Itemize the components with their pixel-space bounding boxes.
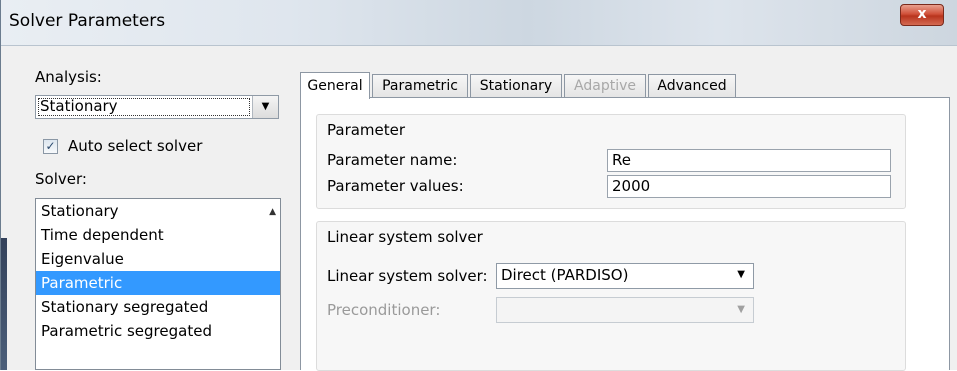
tab-adaptive: Adaptive xyxy=(564,74,646,98)
analysis-label: Analysis: xyxy=(35,68,102,86)
window-title: Solver Parameters xyxy=(9,11,166,31)
parameter-name-value: Re xyxy=(612,151,631,169)
parameter-values-label: Parameter values: xyxy=(327,177,464,195)
window-edge-accent xyxy=(1,238,7,370)
linear-solver-group: Linear system solver Linear system solve… xyxy=(316,221,906,371)
list-item[interactable]: Stationary segregated xyxy=(36,295,280,319)
parameter-group: Parameter Parameter name: Re Parameter v… xyxy=(316,114,906,209)
auto-select-label: Auto select solver xyxy=(68,137,203,155)
preconditioner-combobox: ▼ xyxy=(496,297,754,323)
scroll-up-arrow-icon[interactable]: ▲ xyxy=(269,207,276,217)
chevron-down-icon[interactable]: ▼ xyxy=(737,269,745,280)
linear-solver-label: Linear system solver: xyxy=(327,267,488,285)
parameter-group-title: Parameter xyxy=(327,121,406,139)
tab-advanced[interactable]: Advanced xyxy=(648,74,736,98)
linear-solver-value: Direct (PARDISO) xyxy=(501,266,629,284)
parameter-values-value: 2000 xyxy=(612,177,651,195)
chevron-down-icon[interactable]: ▼ xyxy=(252,96,278,118)
analysis-combobox[interactable]: Stationary ▼ xyxy=(35,95,279,119)
tab-general[interactable]: General xyxy=(300,72,370,99)
tab-stationary[interactable]: Stationary xyxy=(470,74,562,98)
parameter-values-field[interactable]: 2000 xyxy=(607,175,891,198)
tab-parametric[interactable]: Parametric xyxy=(372,74,468,98)
close-icon: x xyxy=(917,6,927,22)
title-bar[interactable]: Solver Parameters x xyxy=(1,0,957,46)
close-button[interactable]: x xyxy=(900,4,944,26)
parameter-name-field[interactable]: Re xyxy=(607,149,891,172)
chevron-down-icon: ▼ xyxy=(737,304,745,315)
auto-select-checkbox[interactable]: ✓ xyxy=(43,139,58,154)
preconditioner-label: Preconditioner: xyxy=(327,301,441,319)
solver-label: Solver: xyxy=(35,170,87,188)
list-item[interactable]: Stationary xyxy=(36,199,280,223)
analysis-selected-value: Stationary xyxy=(40,97,118,115)
left-panel: Analysis: Stationary ▼ ✓ Auto select sol… xyxy=(25,60,287,370)
general-tab-panel: Parameter Parameter name: Re Parameter v… xyxy=(300,97,950,371)
parameter-name-label: Parameter name: xyxy=(327,151,458,169)
solver-parameters-window: Solver Parameters x Analysis: Stationary… xyxy=(0,0,957,371)
list-item[interactable]: Time dependent xyxy=(36,223,280,247)
list-item-selected[interactable]: Parametric xyxy=(36,271,280,295)
linear-solver-group-title: Linear system solver xyxy=(327,228,483,246)
checkmark-icon: ✓ xyxy=(45,139,56,153)
list-item[interactable]: Eigenvalue xyxy=(36,247,280,271)
linear-solver-combobox[interactable]: Direct (PARDISO) ▼ xyxy=(496,263,754,289)
solver-listbox[interactable]: Stationary Time dependent Eigenvalue Par… xyxy=(35,198,281,370)
list-item[interactable]: Parametric segregated xyxy=(36,319,280,343)
